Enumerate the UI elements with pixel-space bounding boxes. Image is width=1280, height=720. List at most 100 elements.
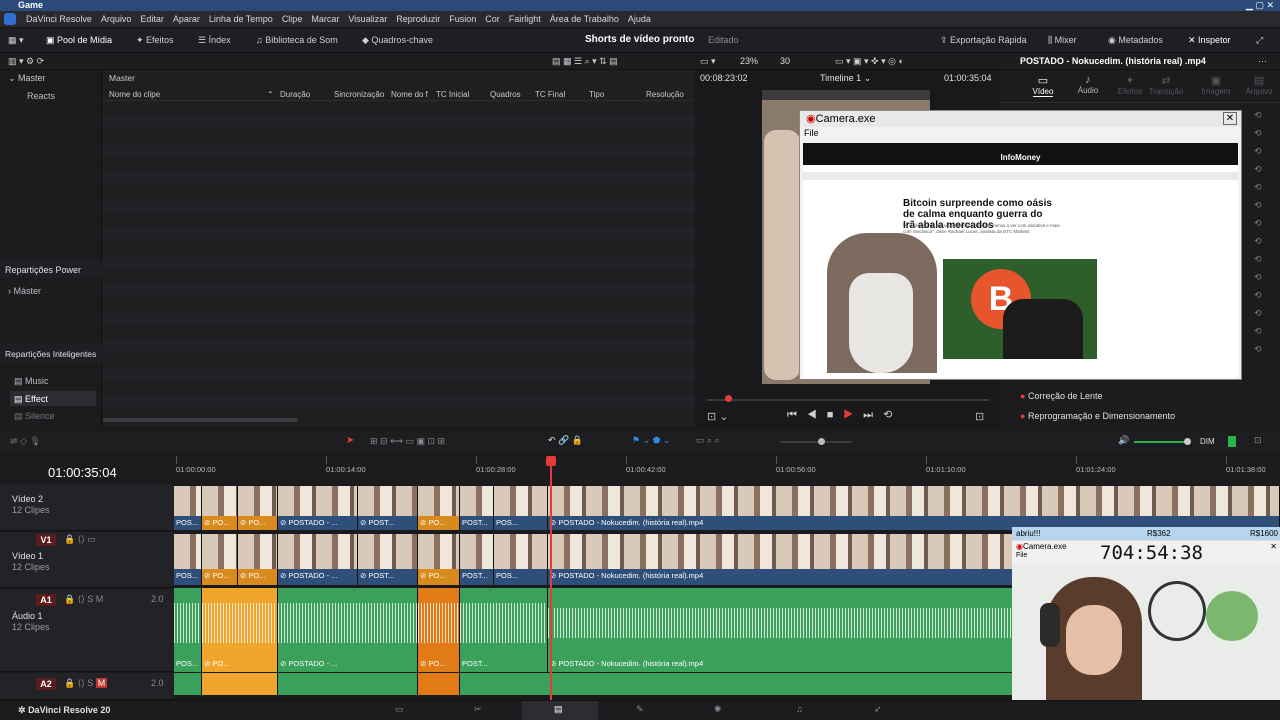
quick-export-button[interactable]: ⇪ Exportação Rápida (940, 35, 1027, 46)
audio-clip[interactable]: ⊘ PO... (202, 588, 278, 672)
zoom-icons[interactable]: ▭ ⌕ ⌕ (696, 435, 720, 446)
viewer-layout-icon[interactable]: ▭ ▾ (700, 56, 716, 67)
track-header-v1[interactable]: V1 🔒 ⟨⟩ ▭ Vídeo 1 12 Clipes (0, 532, 174, 588)
track-controls-icons[interactable]: 🔒 ⟨⟩ S M (64, 678, 108, 689)
reacts-bin[interactable]: Reacts (27, 91, 55, 101)
inspector-button[interactable]: ✕ Inspetor (1188, 35, 1231, 46)
menu-item[interactable]: Visualizar (348, 11, 387, 27)
master-bin[interactable]: ⌄ Master (8, 73, 46, 84)
close-icon[interactable]: ✕ (1270, 542, 1277, 551)
zoom-slider[interactable] (780, 441, 852, 443)
inspector-tab[interactable]: ▤ Arquivo (1237, 74, 1280, 96)
reset-icons[interactable]: ⟲ ⟲ ⟲ ⟲ ⟲ ⟲ ⟲ ⟲ ⟲ ⟲ ⟲ ⟲ ⟲ ⟲ (1254, 106, 1268, 376)
fps-value[interactable]: 30 (780, 56, 790, 66)
audio-clip[interactable]: POS... (174, 588, 202, 672)
smart-bins-header[interactable]: Repartições Inteligentes (0, 344, 102, 362)
expand-icon[interactable]: ⤢ (1256, 35, 1263, 46)
column-header[interactable]: Sincronização (334, 90, 384, 99)
column-header[interactable]: Resolução (646, 90, 684, 99)
inspector-tab[interactable]: ▭ Vídeo (1021, 74, 1065, 97)
edit-tool-icons[interactable]: ⊞ ⊟ ⟷ ▭ ▣ ⊡ ⊞ (370, 436, 445, 447)
column-header[interactable]: TC Inicial (436, 90, 469, 99)
track-controls-icons[interactable]: 🔒 ⟨⟩ S M (64, 594, 103, 605)
clip[interactable]: ⊘ POSTADO - ... (278, 486, 358, 530)
track-controls-icons[interactable]: 🔒 ⟨⟩ ▭ (64, 534, 96, 545)
reframing-section[interactable]: ● Reprogramação e Dimensionamento (1020, 411, 1175, 421)
volume-slider[interactable] (1134, 441, 1188, 443)
silence-bin[interactable]: ▤ Silence (14, 411, 55, 422)
inspector-tab[interactable]: ♪ Áudio (1066, 74, 1110, 95)
clip[interactable]: ⊘ PO... (418, 534, 460, 585)
column-header[interactable]: Duração (280, 90, 310, 99)
track-id[interactable]: V1 (36, 534, 56, 546)
webcam-file-menu[interactable]: File (1016, 552, 1027, 559)
view-mode-icons[interactable]: ▤ ▦ ☰ ⌕ ▾ ⇅ ▤ (552, 56, 618, 67)
clip[interactable]: ⊘ POST... (358, 486, 418, 530)
menu-item[interactable]: Cor (485, 11, 500, 27)
more-options-icon[interactable]: ⋯ (1258, 56, 1267, 67)
power-bins-header[interactable]: Repartições Power (0, 260, 102, 278)
menu-item[interactable]: Ajuda (628, 11, 651, 27)
clip[interactable]: POS... (174, 534, 202, 585)
menu-item[interactable]: Arquivo (101, 11, 132, 27)
column-header[interactable]: Quadros (490, 90, 521, 99)
cut-page-icon[interactable]: ✂ (474, 704, 482, 715)
fullscreen-icon[interactable]: ⊡ (1254, 435, 1262, 446)
color-page-icon[interactable]: ✺ (714, 704, 722, 715)
viewer-tools-icons[interactable]: ▭ ▾ ▣ ▾ ✜ ▾ ◎ ◐ (835, 56, 904, 67)
track-id[interactable]: A2 (36, 678, 56, 690)
clip[interactable]: ⊘ POSTADO - Nokucedim. (história real).m… (548, 486, 1280, 530)
volume-icon[interactable]: 🔊 (1118, 435, 1129, 446)
menu-item[interactable]: DaVinci Resolve (26, 11, 92, 27)
fusion-page-icon[interactable]: ✎ (636, 704, 644, 715)
audio-clip[interactable] (418, 673, 460, 695)
audio-clip[interactable] (278, 673, 418, 695)
panel-toggle-icon[interactable]: ▥ ▾ ⚙ ⟳ (8, 56, 44, 67)
clip[interactable]: POS... (494, 534, 548, 585)
scrub-bar[interactable] (707, 399, 989, 401)
timeline-ruler[interactable]: 01:00:35:04 01:00:00:00 01:00:14:00 01:00:… (0, 456, 1280, 484)
fairlight-page-icon[interactable]: ♫ (796, 704, 803, 714)
clip[interactable]: POS... (494, 486, 548, 530)
selection-tool-icon[interactable]: ➤ (346, 435, 354, 446)
music-bin[interactable]: ▤ Music (14, 376, 49, 387)
clip[interactable]: ⊘ PO... (418, 486, 460, 530)
audio-clip[interactable] (202, 673, 278, 695)
mute-button[interactable]: M (95, 678, 108, 688)
column-header[interactable]: Tipo (589, 90, 604, 99)
transport-controls[interactable]: ⏮◀■▶⏭⟲ (787, 408, 902, 422)
menu-item[interactable]: Fusion (449, 11, 476, 27)
menu-item[interactable]: Linha de Tempo (209, 11, 273, 27)
mixer-button[interactable]: ⫼ Mixer (1048, 35, 1077, 46)
clip[interactable]: POST... (460, 486, 494, 530)
volume-slider-handle[interactable] (1184, 438, 1191, 445)
zoom-level[interactable]: 23% (740, 56, 758, 66)
menu-item[interactable]: Marcar (311, 11, 339, 27)
zoom-slider-handle[interactable] (818, 438, 825, 445)
menu-item[interactable]: Área de Trabalho (550, 11, 619, 27)
clip[interactable]: ⊘ PO... (202, 534, 238, 585)
layout-icon[interactable]: ▦ ▾ (8, 35, 24, 46)
dim-button[interactable]: DIM (1200, 437, 1215, 446)
audio-clip[interactable]: ⊘ PO... (418, 588, 460, 672)
pool-scrollbar[interactable] (103, 418, 298, 422)
media-page-icon[interactable]: ▭ (395, 704, 404, 715)
timeline-view-icons[interactable]: ⇌ ◇ 🎙 (10, 436, 41, 447)
window-controls[interactable]: ▁ ▢ ✕ (1246, 0, 1274, 11)
keyframes-button[interactable]: ◆ Quadros-chave (362, 35, 433, 46)
sound-library-button[interactable]: ♫ Biblioteca de Som (256, 35, 338, 45)
edit-page-tab[interactable]: ▤ (522, 701, 598, 720)
inspector-tab[interactable]: ⇄ Transição (1144, 74, 1188, 96)
deliver-page-icon[interactable]: ➶ (874, 704, 882, 715)
playhead-handle[interactable] (546, 456, 556, 466)
track-header-a2[interactable]: A2 🔒 ⟨⟩ S M 2.0 (0, 673, 174, 700)
track-header-v2[interactable]: Vídeo 2 12 Clipes (0, 484, 174, 531)
clip[interactable]: POS... (174, 486, 202, 530)
audio-clip[interactable]: POST... (460, 588, 548, 672)
close-icon[interactable]: ✕ (1223, 112, 1237, 125)
track-id[interactable]: A1 (36, 594, 56, 606)
menu-item[interactable]: Clipe (282, 11, 303, 27)
scrub-playhead[interactable] (725, 395, 732, 402)
playhead[interactable] (546, 456, 556, 700)
menu-item[interactable]: Reproduzir (396, 11, 440, 27)
